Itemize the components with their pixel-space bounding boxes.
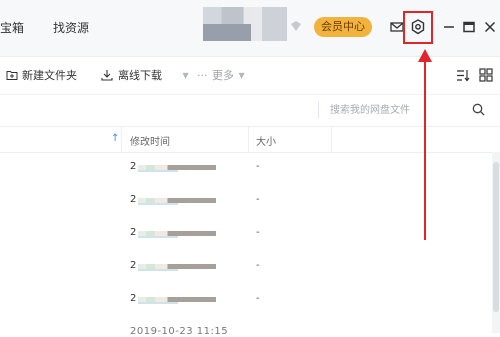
offline-download-button[interactable]: 离线下载 ▼ <box>101 68 189 84</box>
sort-ascending-icon[interactable]: ↑ <box>111 133 119 144</box>
table-row[interactable]: 2 - <box>0 218 490 251</box>
sort-icon[interactable] <box>456 69 470 82</box>
search-icon[interactable] <box>472 103 485 116</box>
time-text: 2 <box>130 194 137 205</box>
nav-find-resources[interactable]: 找资源 <box>53 19 89 36</box>
size-cell: - <box>256 161 260 172</box>
download-icon <box>101 70 113 81</box>
blurred-text <box>138 165 216 172</box>
column-size[interactable]: 大小 <box>256 133 276 148</box>
modified-time-cell: 2 <box>130 227 216 240</box>
table-header: ↑ 修改时间 大小 <box>0 126 500 153</box>
new-folder-label: 新建文件夹 <box>22 69 77 82</box>
time-text: 2 <box>130 227 137 238</box>
blurred-text <box>138 264 216 271</box>
table-row[interactable]: 2 - <box>0 251 490 284</box>
close-icon[interactable] <box>481 18 499 36</box>
search-input[interactable] <box>330 101 460 119</box>
modified-time-cell: 2 <box>130 260 216 273</box>
blurred-text <box>138 297 216 304</box>
search-divider <box>318 102 319 118</box>
toolbar: 新建文件夹 离线下载 ▼ ··· 更多 ▼ <box>0 57 500 95</box>
chevron-down-icon: ▼ <box>238 71 245 80</box>
column-divider[interactable] <box>331 127 332 152</box>
user-avatar-blurred[interactable] <box>203 7 287 41</box>
scrollbar-thumb[interactable] <box>493 162 499 312</box>
new-folder-icon <box>6 71 18 80</box>
maximize-icon[interactable] <box>460 18 478 36</box>
more-dots-icon: ··· <box>197 69 208 82</box>
blurred-text <box>138 198 216 205</box>
modified-time-cell: 2 <box>130 194 216 207</box>
more-label: 更多 <box>212 69 234 82</box>
partial-row-time: 2019-10-23 11:15 <box>130 326 229 337</box>
time-text: 2 <box>130 161 137 172</box>
new-folder-button[interactable]: 新建文件夹 <box>6 68 77 84</box>
title-bar: 宝箱 找资源 会员中心 <box>0 0 500 57</box>
offline-download-label: 离线下载 <box>118 69 162 82</box>
modified-time-cell: 2 <box>130 161 216 174</box>
blurred-text <box>138 231 216 238</box>
minimize-icon[interactable] <box>440 18 458 36</box>
size-cell: - <box>256 293 260 304</box>
vip-center-button[interactable]: 会员中心 <box>314 17 372 37</box>
table-row[interactable]: 2 - <box>0 284 490 317</box>
size-cell: - <box>256 260 260 271</box>
modified-time-cell: 2 <box>130 293 216 306</box>
table-row[interactable]: 2 - <box>0 185 490 218</box>
column-divider[interactable] <box>121 127 122 152</box>
table-row[interactable]: 2 - <box>0 152 490 185</box>
verified-badge-icon <box>291 21 301 31</box>
chevron-down-icon: ▼ <box>182 71 189 80</box>
settings-icon[interactable] <box>409 18 427 36</box>
column-divider[interactable] <box>248 127 249 152</box>
scrollbar[interactable] <box>492 152 500 333</box>
grid-view-icon[interactable] <box>479 68 493 82</box>
time-text: 2 <box>130 293 137 304</box>
column-modified-time[interactable]: 修改时间 <box>130 133 170 148</box>
nav-vault[interactable]: 宝箱 <box>0 19 24 36</box>
size-cell: - <box>256 194 260 205</box>
size-cell: - <box>256 227 260 238</box>
time-text: 2 <box>130 260 137 271</box>
more-menu-button[interactable]: ··· 更多 ▼ <box>196 68 245 84</box>
